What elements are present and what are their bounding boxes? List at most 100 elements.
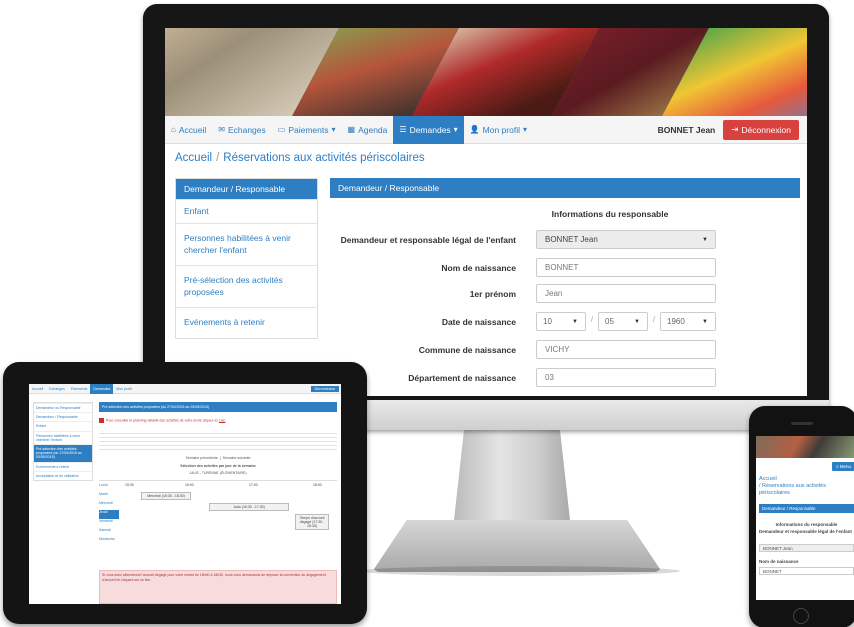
- phone-home-button[interactable]: [793, 608, 809, 624]
- phone-breadcrumb: Accueil / Réservations aux activités pér…: [759, 476, 853, 497]
- breadcrumb-separator: /: [216, 152, 220, 164]
- birth-day-select[interactable]: 10 ▼: [536, 312, 586, 331]
- phone-legal-select[interactable]: BONNET Jean: [759, 544, 854, 552]
- logout-button[interactable]: ⇥ Déconnexion: [723, 119, 799, 140]
- hamburger-icon: ≡: [835, 464, 839, 469]
- tablet-sidebar: Demandeur ou Responsable Demandeur / Res…: [33, 402, 93, 481]
- firstname-input[interactable]: Jean: [536, 284, 716, 303]
- birthcity-input[interactable]: VICHY: [536, 340, 716, 359]
- phone-banner: [756, 436, 854, 458]
- sidebar-item-personnes[interactable]: Personnes habilitées à venir chercher l'…: [176, 223, 317, 265]
- tablet-week-prev[interactable]: Semaine précédente: [186, 456, 218, 460]
- phone-device: ≡ Menu Accueil / Réservations aux activi…: [749, 406, 854, 627]
- caret-down-icon: ▾: [331, 125, 336, 134]
- tablet-pdf-note: Pour consulter le planning détaillé des …: [99, 418, 337, 423]
- birth-year-value: 1960: [667, 317, 685, 326]
- tablet-day-active[interactable]: Jeudi: [99, 510, 119, 519]
- caret-down-icon: ▾: [453, 125, 458, 134]
- responsable-form-panel: Demandeur / Responsable Informations du …: [330, 178, 800, 396]
- main-navbar: ⌂ Accueil ✉ Echanges ▭ Paiements ▾ ▦ Age…: [165, 115, 807, 144]
- tablet-logout-button[interactable]: Déconnexion: [310, 385, 339, 392]
- phone-speaker: [791, 422, 813, 425]
- tablet-day[interactable]: Mercredi: [99, 501, 119, 510]
- tablet-nav-requests[interactable]: Demandes: [90, 384, 114, 394]
- tablet-event[interactable]: Temps d'accueil dégagé (17:30 - 18:30): [295, 514, 329, 530]
- legal-select[interactable]: BONNET Jean ▼: [536, 230, 716, 249]
- breadcrumb-home[interactable]: Accueil: [175, 152, 212, 164]
- birthname-input[interactable]: BONNET: [536, 258, 716, 277]
- tablet-event[interactable]: Judo (16:30 - 17:30): [209, 503, 289, 511]
- monitor-stand-base: [372, 520, 662, 572]
- tablet-alert: Si vous avez sélectionné l'accueil dégag…: [99, 570, 337, 604]
- nav-payments-label: Paiements: [288, 124, 329, 135]
- form-row-birthdate: Date de naissance 10 ▼ / 05 ▼ / 1960 ▼: [330, 312, 800, 331]
- tablet-sidebar-item[interactable]: Enfant: [34, 421, 92, 430]
- caret-down-icon: ▾: [522, 125, 527, 134]
- tablet-nav-home[interactable]: Accueil: [29, 387, 46, 391]
- tablet-nav-exchanges[interactable]: Echanges: [46, 387, 68, 391]
- tablet-sidebar-item[interactable]: Acceptation et de validation: [34, 470, 92, 480]
- tablet-sidebar-item-active[interactable]: Pré-sélection des activités proposées (d…: [34, 443, 92, 462]
- caret-down-icon: ▼: [634, 318, 640, 325]
- nav-exchanges[interactable]: ✉ Echanges: [212, 116, 272, 144]
- tablet-week-nav: Semaine précédente | Semaine suivante: [185, 456, 251, 460]
- nav-profile[interactable]: 👤 Mon profil ▾: [464, 116, 533, 144]
- phone-legal-label: Demandeur et responsable légal de l'enfa…: [759, 529, 852, 534]
- firstname-label: 1er prénom: [469, 288, 516, 299]
- tablet-day[interactable]: Vendredi: [99, 519, 119, 528]
- birthdept-input[interactable]: 03: [536, 368, 716, 387]
- tablet-event[interactable]: Mercredi (15:30 - 18:30): [141, 492, 191, 500]
- nav-home-label: Accueil: [178, 124, 207, 135]
- monitor-shadow: [360, 566, 680, 576]
- phone-birthname-label: Nom de naissance: [759, 559, 799, 564]
- birth-year-select[interactable]: 1960 ▼: [660, 312, 716, 331]
- tablet-day[interactable]: Dimanche: [99, 537, 119, 546]
- birth-month-select[interactable]: 05 ▼: [598, 312, 648, 331]
- form-row-legal: Demandeur et responsable légal de l'enfa…: [330, 230, 800, 249]
- phone-birthname-input[interactable]: BONNET: [759, 567, 854, 575]
- birth-day-value: 10: [543, 317, 552, 326]
- tablet-calendar: Lundi Mardi Mercredi Jeudi Vendredi Same…: [99, 480, 337, 542]
- date-separator: /: [590, 315, 594, 324]
- caret-down-icon: ▼: [702, 318, 708, 325]
- nav-requests[interactable]: ☰ Demandes ▾: [393, 115, 464, 144]
- tablet-sidebar-item[interactable]: Evénements à retenir: [34, 461, 92, 471]
- card-icon: ▭: [277, 125, 286, 134]
- sidebar-item-enfant[interactable]: Enfant: [176, 199, 317, 223]
- form-row-birthname: Nom de naissance BONNET: [330, 258, 800, 277]
- tablet-nav-payments[interactable]: Paiements: [68, 387, 91, 391]
- tablet-day[interactable]: Mardi: [99, 492, 119, 501]
- tablet-sidebar-item[interactable]: Demandeur ou Responsable: [34, 403, 92, 412]
- phone-breadcrumb-home[interactable]: Accueil: [759, 476, 777, 482]
- birth-month-value: 05: [605, 317, 614, 326]
- sidebar-item-responsable[interactable]: Demandeur / Responsable: [176, 179, 317, 199]
- sidebar-item-preselection[interactable]: Pré-sélection des activités proposées: [176, 265, 317, 307]
- nav-home[interactable]: ⌂ Accueil: [165, 116, 212, 144]
- tablet-select-value[interactable]: JALIE - TURENNE (ÉLÉMENTAIRE): [99, 471, 337, 476]
- sidebar-item-evenements[interactable]: Evénements à retenir: [176, 307, 317, 337]
- tablet-week-next[interactable]: Semaine suivante: [223, 456, 251, 460]
- nav-agenda[interactable]: ▦ Agenda: [342, 116, 394, 144]
- caret-down-icon: ▼: [572, 318, 578, 325]
- tablet-sidebar-item[interactable]: Personnes habilitées à venir chercher l'…: [34, 430, 92, 444]
- tablet-sidebar-item[interactable]: Demandeur / Responsable: [34, 412, 92, 421]
- phone-menu-button[interactable]: ≡ Menu: [831, 462, 854, 471]
- tablet-time: 16:00: [185, 483, 194, 487]
- legal-value: BONNET Jean: [545, 235, 598, 244]
- logout-icon: ⇥: [731, 124, 739, 134]
- tablet-screen: Accueil Echanges Paiements Demandes Mon …: [29, 384, 341, 604]
- panel-header: Demandeur / Responsable: [330, 178, 800, 198]
- tablet-day[interactable]: Lundi: [99, 483, 119, 492]
- nav-payments[interactable]: ▭ Paiements ▾: [272, 116, 342, 144]
- tablet-time: 15:30: [125, 483, 134, 487]
- tablet-time: 17:00: [249, 483, 258, 487]
- form-row-birthcity: Commune de naissance VICHY: [330, 340, 800, 359]
- tablet-pdf-link[interactable]: Lien: [219, 418, 226, 422]
- tablet-time: 18:00: [313, 483, 322, 487]
- device-mockup: ⌂ Accueil ✉ Echanges ▭ Paiements ▾ ▦ Age…: [0, 0, 854, 627]
- tablet-day[interactable]: Samedi: [99, 528, 119, 537]
- form-row-birthdept: Département de naissance 03: [330, 368, 800, 387]
- form-title: Informations du responsable: [551, 209, 669, 219]
- tablet-nav-profile[interactable]: Mon profil: [113, 387, 134, 391]
- header-banner: [165, 28, 807, 116]
